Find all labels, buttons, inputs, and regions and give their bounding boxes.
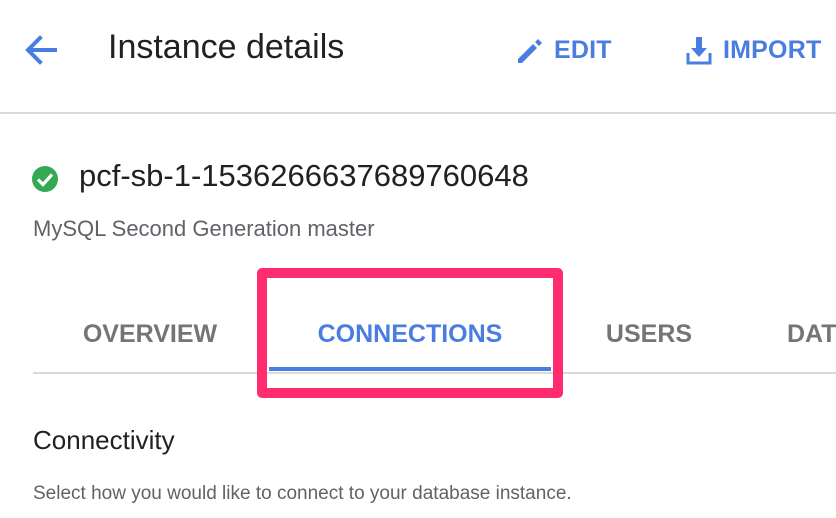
page-title: Instance details [108,28,345,66]
section-title: Connectivity [33,425,175,455]
highlight-annotation [257,268,563,398]
import-button[interactable]: IMPORT [685,30,821,70]
back-button[interactable] [22,30,60,70]
import-button-label: IMPORT [723,35,822,64]
tab-databases[interactable]: DAT [787,296,836,372]
check-circle-icon [32,166,58,192]
edit-button-label: EDIT [554,35,612,64]
tab-overview[interactable]: OVERVIEW [80,296,220,372]
pencil-icon [518,39,542,63]
arrow-back-icon [25,35,57,65]
edit-button[interactable]: EDIT [514,30,612,70]
section-description: Select how you would like to connect to … [33,483,572,504]
page-header: Instance details EDIT IMPORT [0,0,836,114]
tab-users[interactable]: USERS [603,296,695,372]
download-icon [686,37,712,65]
instance-name: pcf-sb-1-1536266637689760648 [79,158,529,193]
instance-details-page: Instance details EDIT IMPORT pcf-sb-1-15… [0,0,836,518]
instance-type: MySQL Second Generation master [33,216,375,241]
